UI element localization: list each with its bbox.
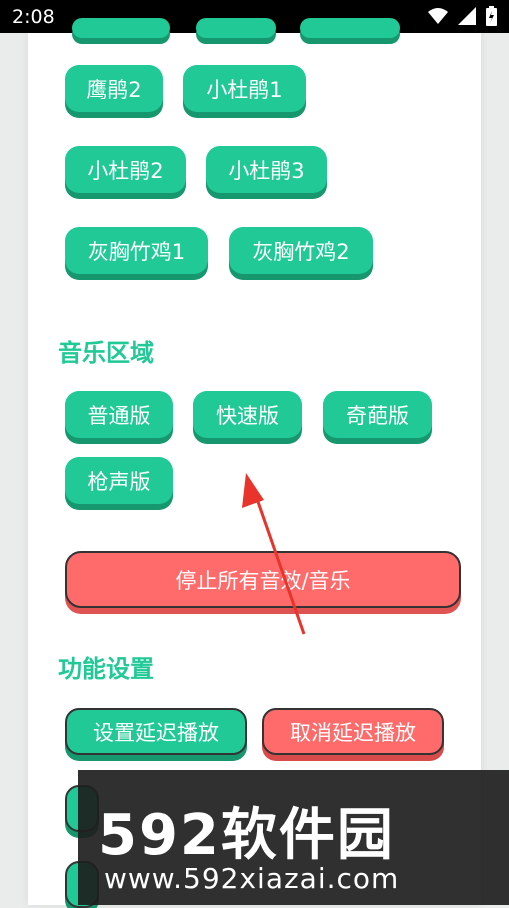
watermark: 592软件园 www.592xiazai.com (78, 770, 509, 905)
bird-button-partial[interactable] (72, 18, 170, 38)
battery-icon (486, 6, 497, 26)
stop-all-button[interactable]: 停止所有音效/音乐 (65, 551, 461, 608)
cancel-delay-button[interactable]: 取消延迟播放 (262, 708, 444, 755)
function-section-title: 功能设置 (58, 655, 154, 683)
music-button-gunshot[interactable]: 枪声版 (65, 457, 173, 504)
music-button-fast[interactable]: 快速版 (193, 391, 302, 438)
music-section-title: 音乐区域 (58, 339, 154, 367)
status-icons (428, 6, 497, 26)
music-button-normal[interactable]: 普通版 (65, 391, 173, 438)
bird-button-1[interactable]: 鹰鹃2 (65, 65, 163, 112)
signal-icon (458, 7, 476, 25)
bird-button-5[interactable]: 灰胸竹鸡1 (65, 227, 208, 274)
bird-button-partial[interactable] (300, 18, 400, 38)
bird-button-partial[interactable] (196, 18, 276, 38)
music-button-weird[interactable]: 奇葩版 (323, 391, 432, 438)
bird-button-4[interactable]: 小杜鹃3 (206, 146, 327, 193)
status-time: 2:08 (12, 6, 55, 28)
bird-button-3[interactable]: 小杜鹃2 (65, 146, 186, 193)
bird-button-2[interactable]: 小杜鹃1 (183, 65, 306, 112)
bird-button-6[interactable]: 灰胸竹鸡2 (229, 227, 373, 274)
set-delay-button[interactable]: 设置延迟播放 (65, 708, 247, 755)
watermark-url: www.592xiazai.com (104, 862, 400, 895)
watermark-logo: 592软件园 (98, 803, 395, 868)
wifi-icon (428, 8, 448, 24)
